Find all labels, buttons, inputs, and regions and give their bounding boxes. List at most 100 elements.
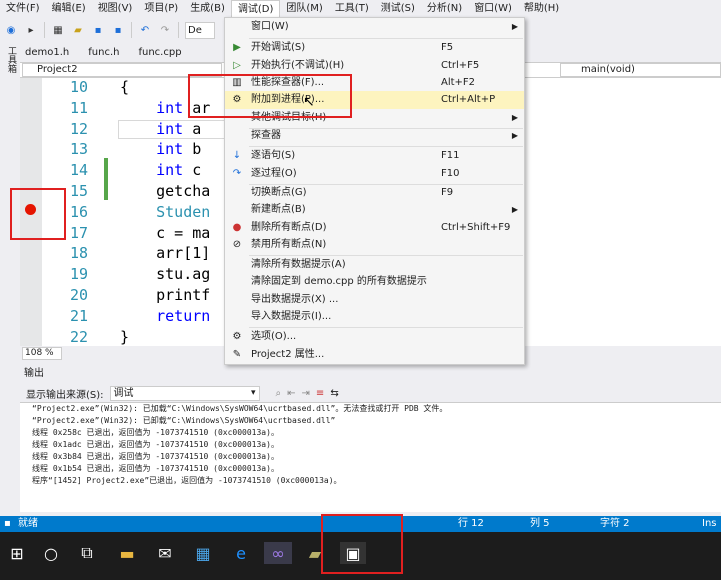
code-line: { (120, 78, 130, 96)
save-all-icon[interactable]: ▪ (111, 23, 125, 37)
store-icon[interactable]: ▦ (192, 542, 214, 564)
menu-analyze[interactable]: 分析(N) (421, 0, 468, 18)
debug-menu-new-breakpoint[interactable]: 新建断点(B) ▶ (225, 201, 524, 219)
menu-item-label: 切换断点(G) (251, 187, 307, 198)
word-wrap-icon[interactable]: ⇆ (330, 388, 338, 399)
submenu-arrow-icon: ▶ (511, 22, 518, 31)
tab-func-cpp[interactable]: func.cpp (133, 44, 195, 61)
menu-team[interactable]: 团队(M) (280, 0, 328, 18)
next-icon[interactable]: ⇥ (302, 388, 310, 399)
debug-menu-clear-datatips[interactable]: 清除所有数据提示(A) (225, 256, 524, 274)
mail-icon[interactable]: ✉ (154, 542, 176, 564)
disable-breakpoints-icon: ⊘ (232, 239, 242, 250)
output-line: “Project2.exe”(Win32): 已卸载“C:\Windows\Sy… (32, 416, 336, 425)
menu-item-label: 开始执行(不调试)(H) (251, 60, 345, 71)
status-icon: ▪ (4, 518, 11, 529)
debug-menu-step-into[interactable]: ↓ 逐语句(S) F11 (225, 147, 524, 165)
line-number: 14 (69, 161, 88, 180)
undo-icon[interactable]: ↶ (138, 23, 152, 37)
debug-menu-export-datatips[interactable]: 导出数据提示(X) ... (225, 291, 524, 309)
menu-item-shortcut: Ctrl+Alt+P (441, 94, 496, 105)
menu-project[interactable]: 项目(P) (138, 0, 184, 18)
submenu-arrow-icon: ▶ (511, 205, 518, 214)
menu-item-label: 开始调试(S) (251, 42, 306, 53)
debug-menu-profiler-submenu[interactable]: 探查器 ▶ (225, 127, 524, 145)
menu-item-shortcut: Ctrl+F5 (441, 60, 480, 71)
menu-edit[interactable]: 编辑(E) (46, 0, 92, 18)
menu-help[interactable]: 帮助(H) (518, 0, 565, 18)
output-text[interactable]: “Project2.exe”(Win32): 已加载“C:\Windows\Sy… (20, 402, 721, 512)
line-number: 12 (69, 119, 88, 138)
step-into-icon: ↓ (232, 150, 242, 161)
cortana-icon[interactable]: ○ (40, 542, 62, 564)
debug-menu: 窗口(W) ▶ ▶ 开始调试(S) F5 ▷ 开始执行(不调试)(H) Ctrl+F5 ▥… (224, 17, 525, 365)
debug-menu-clear-pinned-datatips[interactable]: 清除固定到 demo.cpp 的所有数据提示 (225, 273, 524, 291)
clear-all-icon[interactable]: ≡ (316, 388, 324, 399)
file-explorer-icon[interactable]: ▬ (116, 542, 138, 564)
menu-item-shortcut: Alt+F2 (441, 77, 476, 88)
windows-start-icon[interactable]: ⊞ (6, 542, 28, 564)
debug-menu-start-without-debugging[interactable]: ▷ 开始执行(不调试)(H) Ctrl+F5 (225, 57, 524, 75)
tab-func-h[interactable]: func.h (83, 44, 133, 61)
submenu-arrow-icon: ▶ (511, 113, 518, 122)
visual-studio-icon[interactable]: ∞ (264, 542, 292, 564)
edge-icon[interactable]: e (230, 542, 252, 564)
menu-build[interactable]: 生成(B) (184, 0, 231, 18)
toolbar-separator (178, 22, 179, 38)
line-number: 20 (69, 286, 88, 304)
line-number: 18 (69, 244, 88, 263)
redo-icon[interactable]: ↷ (158, 23, 172, 37)
forward-icon[interactable]: ▸ (24, 23, 38, 37)
menu-file[interactable]: 文件(F) (0, 0, 46, 18)
back-icon[interactable]: ◉ (4, 23, 18, 37)
open-file-icon[interactable]: ▰ (71, 23, 85, 37)
status-row: 行 12 (458, 518, 484, 529)
code-line: return (120, 307, 210, 325)
toolbar-separator (44, 22, 45, 38)
debug-menu-windows[interactable]: 窗口(W) ▶ (225, 18, 524, 36)
menu-window[interactable]: 窗口(W) (468, 0, 518, 18)
debug-menu-project-properties[interactable]: ✎ Project2 属性... (225, 346, 524, 364)
menu-test[interactable]: 测试(S) (375, 0, 421, 18)
output-line: 线程 0x258c 已退出，返回值为 -1073741510 (0xc00001… (32, 428, 279, 437)
output-line: 线程 0x1b54 已退出，返回值为 -1073741510 (0xc00001… (32, 464, 279, 473)
debug-menu-start-debugging[interactable]: ▶ 开始调试(S) F5 (225, 39, 524, 57)
debug-menu-options[interactable]: ⚙ 选项(O)... (225, 328, 524, 346)
menu-item-shortcut: Ctrl+Shift+F9 (441, 222, 511, 233)
annotation-attach-box (188, 74, 352, 118)
prev-icon[interactable]: ⇤ (287, 388, 295, 399)
menu-debug[interactable]: 调试(D) (230, 0, 281, 18)
function-dropdown[interactable]: main(void) (560, 63, 721, 77)
menu-item-label: Project2 属性... (251, 349, 325, 360)
delete-breakpoints-icon: ● (232, 222, 242, 233)
code-keyword: Studen (156, 202, 211, 221)
code-line: int c (156, 161, 211, 180)
task-view-icon[interactable]: ⧉ (76, 542, 98, 564)
toolbar-separator (131, 22, 132, 38)
menu-tools[interactable]: 工具(T) (329, 0, 375, 18)
tab-demo1-h[interactable]: demo1.h (20, 44, 83, 61)
save-icon[interactable]: ▪ (91, 23, 105, 37)
code-keyword: int (156, 119, 184, 138)
zoom-select[interactable]: 108 % (22, 347, 62, 360)
output-line: 程序“[1452] Project2.exe”已退出，返回值为 -1073741… (32, 476, 342, 485)
debug-menu-toggle-breakpoint[interactable]: 切换断点(G) F9 (225, 184, 524, 202)
new-file-icon[interactable]: ▦ (51, 23, 65, 37)
menu-item-label: 选项(O)... (251, 331, 297, 342)
menu-view[interactable]: 视图(V) (92, 0, 139, 18)
toolbox-label: 工具箱 (6, 46, 16, 73)
debug-menu-delete-all-breakpoints[interactable]: ● 删除所有断点(D) Ctrl+Shift+F9 (225, 219, 524, 237)
menu-item-label: 导出数据提示(X) ... (251, 294, 339, 305)
output-source-select[interactable]: 调试 (109, 385, 260, 401)
debug-menu-disable-all-breakpoints[interactable]: ⊘ 禁用所有断点(N) (225, 236, 524, 254)
menu-item-label: 逐语句(S) (251, 150, 296, 161)
line-number: 22 (69, 327, 88, 346)
find-icon[interactable]: ⌕ (276, 388, 282, 399)
code-line: printf (120, 286, 211, 304)
output-line: 线程 0x3b84 已退出，返回值为 -1073741510 (0xc00001… (32, 452, 279, 461)
configuration-select[interactable]: De (185, 21, 215, 39)
menu-item-shortcut: F11 (441, 150, 460, 161)
debug-menu-step-over[interactable]: ↷ 逐过程(O) F10 (225, 165, 524, 183)
annotation-breakpoint-box (10, 188, 66, 240)
debug-menu-import-datatips[interactable]: 导入数据提示(I)... (225, 308, 524, 326)
